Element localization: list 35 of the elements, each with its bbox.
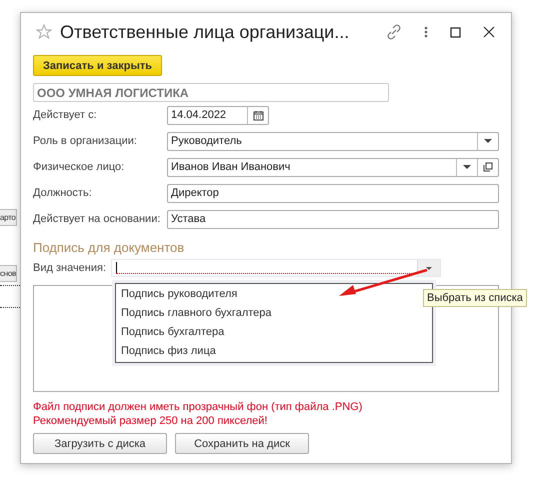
section-heading: Подпись для документов bbox=[33, 240, 186, 255]
dropdown-arrow-icon[interactable] bbox=[484, 139, 492, 143]
organization-field: ООО УМНАЯ ЛОГИСТИКА bbox=[33, 83, 389, 102]
background-text: снов bbox=[0, 265, 17, 282]
more-icon[interactable] bbox=[424, 26, 428, 38]
maximize-icon[interactable] bbox=[450, 26, 461, 38]
link-icon[interactable] bbox=[386, 24, 402, 40]
input-field[interactable]: Директор bbox=[167, 184, 499, 202]
field-label: Вид значения: bbox=[33, 262, 108, 274]
select-field[interactable]: Руководитель bbox=[167, 132, 499, 150]
disk-button[interactable]: Сохранить на диск bbox=[175, 433, 309, 454]
field-label: Роль в организации: bbox=[33, 135, 138, 147]
window-title: Ответственные лица организаци... bbox=[60, 22, 350, 42]
select-field[interactable]: Иванов Иван Иванович bbox=[167, 158, 499, 176]
field-label: Должность: bbox=[33, 187, 93, 199]
dropdown-option[interactable]: Подпись главного бухгалтера bbox=[116, 304, 432, 323]
warning-text: Рекомендуемый размер 250 на 200 пикселей! bbox=[33, 414, 268, 428]
input-field[interactable]: Устава bbox=[167, 210, 499, 228]
dropdown-arrow-icon[interactable] bbox=[426, 266, 432, 270]
tooltip: Выбрать из списка bbox=[423, 289, 527, 307]
warning-text: Файл подписи должен иметь прозрачный фон (тип файла .PNG) bbox=[33, 400, 364, 414]
calendar-icon[interactable] bbox=[252, 110, 264, 120]
field-label: Действует с: bbox=[33, 109, 98, 121]
date-field[interactable]: 14.04.2022 bbox=[167, 106, 269, 124]
disk-button[interactable]: Загрузить с диска bbox=[33, 433, 167, 454]
dropdown-arrow-icon[interactable] bbox=[463, 165, 471, 169]
dropdown-option[interactable]: Подпись бухгалтера bbox=[116, 323, 432, 342]
close-icon[interactable] bbox=[483, 26, 495, 38]
star-icon[interactable] bbox=[36, 24, 52, 40]
save-close-button[interactable]: Записать и закрыть bbox=[33, 55, 162, 76]
dropdown-option[interactable]: Подпись физ лица bbox=[116, 342, 432, 361]
select-field[interactable] bbox=[111, 259, 441, 277]
open-window-icon[interactable] bbox=[483, 162, 493, 172]
field-label: Физическое лицо: bbox=[33, 161, 126, 173]
field-label: Действует на основании: bbox=[33, 213, 162, 225]
